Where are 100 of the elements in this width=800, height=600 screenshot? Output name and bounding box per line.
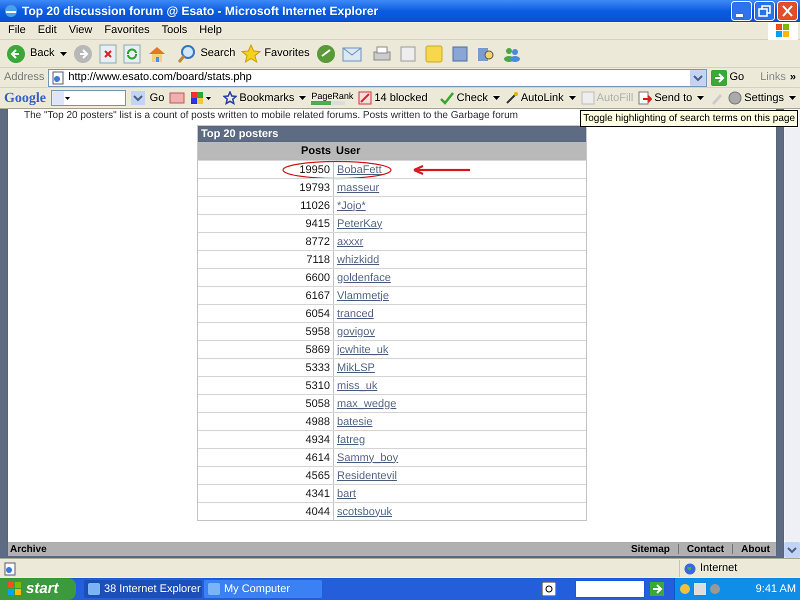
minimize-button[interactable]	[731, 1, 752, 21]
popup-icon[interactable]	[190, 91, 212, 105]
table-cell: 5310	[198, 377, 334, 394]
user-link[interactable]: axxxr	[337, 232, 364, 250]
table-cell: 6167	[198, 287, 334, 304]
go-button[interactable]: Go	[150, 90, 164, 106]
windows-logo-icon	[768, 22, 798, 40]
back-button[interactable]: Back	[6, 44, 54, 64]
close-button[interactable]	[777, 1, 798, 21]
dropdown-caret-icon[interactable]	[60, 52, 68, 56]
settings-icon	[728, 91, 742, 105]
user-link[interactable]: Residentevil	[337, 466, 397, 484]
menu-item[interactable]: Help	[193, 22, 228, 39]
table-cell: 6054	[198, 305, 334, 322]
dropdown-caret-icon[interactable]	[697, 96, 704, 100]
search-button[interactable]: Search	[177, 44, 236, 64]
menu-item[interactable]: Favorites	[98, 22, 156, 39]
dropdown-caret-icon[interactable]	[789, 96, 796, 100]
printer-icon[interactable]	[372, 44, 392, 64]
table-cell: 5958	[198, 323, 334, 340]
blocked-icon	[358, 91, 372, 105]
address-field[interactable]: http://www.esato.com/board/stats.php	[48, 68, 706, 86]
clock: 9:41 AM	[756, 582, 796, 597]
user-link[interactable]: jcwhite_uk	[337, 340, 388, 358]
archive-link[interactable]: Archive	[10, 542, 47, 556]
page-icon	[51, 70, 66, 84]
taskbar-button[interactable]: 38 Internet Explorer	[84, 580, 202, 598]
intro-text: The "Top 20 posters" list is a count of posts written to mobile related forums. Posts written to the Garbage forum	[24, 110, 518, 122]
go-button[interactable]: Go	[710, 69, 744, 86]
dropdown-caret-icon[interactable]	[492, 96, 500, 100]
column-header: Posts	[300, 144, 332, 159]
user-link[interactable]: Sammy_boy	[337, 448, 398, 466]
arrow-icon[interactable]	[650, 582, 664, 596]
user-link[interactable]: govigov	[337, 322, 375, 340]
scroll-down-icon[interactable]	[784, 542, 800, 558]
user-link[interactable]: Vlammetje	[337, 286, 389, 304]
table-cell: 5058	[198, 395, 334, 412]
search-field[interactable]	[51, 90, 126, 106]
dropdown-caret-icon[interactable]	[299, 96, 306, 100]
table-cell: 4341	[198, 485, 334, 502]
search-icon	[177, 44, 198, 64]
tray-icon[interactable]	[679, 583, 691, 595]
g-menu-icon	[52, 91, 70, 105]
footer-link[interactable]: Sitemap	[630, 542, 670, 556]
restore-button[interactable]	[754, 1, 775, 21]
column-header: User	[335, 144, 360, 159]
menu-item[interactable]: File	[2, 22, 32, 39]
window-icon	[88, 583, 100, 595]
table-cell: 5869	[198, 341, 334, 358]
start-button[interactable]: start	[0, 578, 76, 600]
menu-item[interactable]: Edit	[32, 22, 63, 39]
refresh-icon[interactable]	[123, 44, 142, 64]
windows-logo-icon	[8, 582, 22, 596]
user-link[interactable]: whizkidd	[337, 250, 380, 268]
help-icon[interactable]	[542, 582, 556, 596]
settings-button[interactable]: Settings	[728, 90, 784, 106]
table-cell: 4044	[198, 503, 334, 520]
popup-blocker-button[interactable]: 14 blocked	[358, 90, 428, 106]
table-cell: 9415	[198, 215, 334, 232]
menu-item[interactable]: Tools	[156, 22, 194, 39]
pagerank-bar-icon	[311, 100, 346, 104]
user-link[interactable]: masseur	[337, 178, 380, 196]
user-link[interactable]: miss_uk	[337, 376, 378, 394]
news-icon[interactable]	[169, 91, 186, 105]
table-cell: 11026	[198, 197, 334, 214]
dropdown-caret-icon[interactable]	[568, 96, 576, 100]
footer-link[interactable]: Contact	[686, 542, 724, 556]
table-cell: 8772	[198, 233, 334, 250]
table-cell: 19950	[198, 161, 334, 178]
favorites-button[interactable]: Favorites	[241, 44, 310, 64]
google-logo: Google	[4, 90, 46, 108]
links-label: Links	[760, 70, 786, 86]
address-label: Address	[4, 70, 44, 86]
taskbar-button[interactable]: My Computer	[204, 580, 322, 598]
user-link[interactable]: bart	[337, 484, 356, 502]
go-arrow-icon	[710, 70, 726, 86]
user-link[interactable]: goldenface	[337, 268, 391, 286]
autolink-button[interactable]: AutoLink	[504, 90, 564, 106]
globe-icon	[684, 562, 696, 574]
star-icon	[223, 91, 238, 105]
bookmarks-button[interactable]: Bookmarks	[223, 90, 294, 106]
check-button[interactable]: Check	[438, 90, 488, 106]
user-link[interactable]: tranced	[337, 304, 374, 322]
user-link[interactable]: BobaFett	[337, 160, 382, 178]
stop-icon[interactable]	[99, 44, 118, 64]
user-link[interactable]: max_wedge	[337, 394, 396, 412]
browser-icon	[4, 4, 18, 18]
user-link[interactable]: MikLSP	[337, 358, 375, 376]
user-link[interactable]: PeterKay	[337, 214, 382, 232]
wand-icon	[504, 91, 519, 105]
pagerank-label: PageRank	[311, 92, 354, 100]
user-link[interactable]: batesie	[337, 412, 372, 430]
user-link[interactable]: *Jojo*	[337, 196, 366, 214]
footer-link[interactable]: About	[741, 542, 770, 556]
media-icon[interactable]	[316, 44, 336, 64]
user-link[interactable]: fatreg	[337, 430, 366, 448]
more-button[interactable]: »	[790, 69, 796, 86]
send-to-button[interactable]: Send to	[638, 90, 692, 106]
user-link[interactable]: scotsboyuk	[337, 502, 392, 520]
menu-item[interactable]: View	[62, 22, 98, 39]
